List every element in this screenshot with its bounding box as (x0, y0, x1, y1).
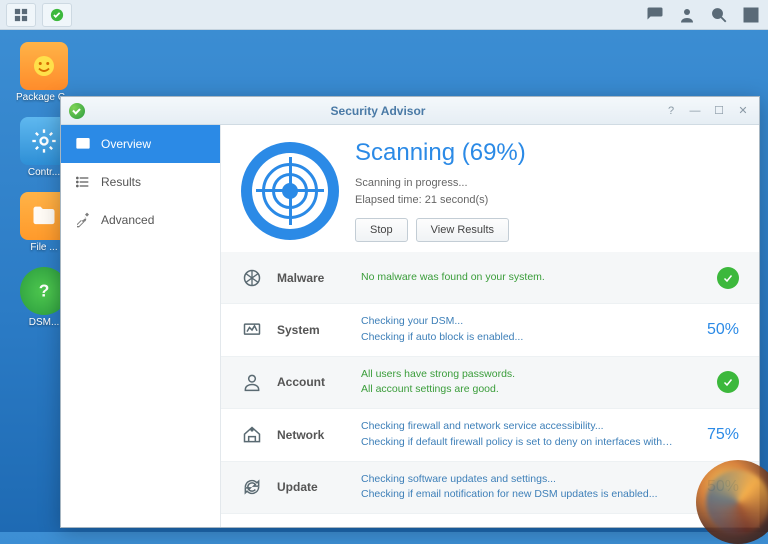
sidebar-item-label: Results (101, 175, 141, 189)
desktop-icon-package-center[interactable]: Package C... (14, 42, 74, 103)
category-row-system: System Checking your DSM...Checking if au… (221, 304, 759, 357)
overview-icon (75, 136, 91, 152)
category-row-network: Network Checking firewall and network ser… (221, 409, 759, 462)
category-name: System (277, 323, 347, 337)
apps-menu-button[interactable] (6, 3, 36, 27)
category-status (689, 267, 739, 289)
taskbar (0, 0, 768, 30)
sidebar-item-label: Overview (101, 137, 151, 151)
sidebar-item-label: Advanced (101, 213, 154, 227)
category-row-update: Update Checking software updates and sett… (221, 462, 759, 515)
category-row-account: Account All users have strong passwords.A… (221, 357, 759, 410)
sidebar-item-advanced[interactable]: Advanced (61, 201, 220, 239)
check-icon (717, 267, 739, 289)
sidebar: Overview Results Advanced (61, 125, 221, 527)
tools-icon (75, 212, 91, 228)
category-name: Malware (277, 271, 347, 285)
view-results-button[interactable]: View Results (416, 218, 509, 242)
category-name: Update (277, 480, 347, 494)
titlebar[interactable]: Security Advisor ? — ☐ ✕ (61, 97, 759, 125)
main-panel: Scanning (69%) Scanning in progress... E… (221, 125, 759, 527)
svg-text:?: ? (39, 280, 50, 300)
security-advisor-taskbar-button[interactable] (42, 3, 72, 27)
sidebar-item-overview[interactable]: Overview (61, 125, 220, 163)
scan-target-icon (241, 142, 339, 240)
category-status (689, 371, 739, 393)
window-title: Security Advisor (93, 104, 663, 118)
widgets-icon[interactable] (740, 4, 762, 26)
network-icon (241, 424, 263, 446)
security-advisor-window: Security Advisor ? — ☐ ✕ Overview Result… (60, 96, 760, 528)
scan-elapsed-text: Elapsed time: 21 second(s) (355, 192, 526, 209)
category-messages: Checking your DSM...Checking if auto blo… (361, 314, 675, 346)
list-icon (75, 174, 91, 190)
malware-icon (241, 267, 263, 289)
category-messages: All users have strong passwords.All acco… (361, 367, 675, 399)
close-button[interactable]: ✕ (735, 103, 751, 119)
minimize-button[interactable]: — (687, 103, 703, 119)
scan-header: Scanning (69%) Scanning in progress... E… (221, 125, 759, 252)
grid-icon (14, 8, 28, 22)
category-row-malware: Malware No malware was found on your syst… (221, 252, 759, 304)
update-icon (241, 476, 263, 498)
shield-check-icon (50, 8, 64, 22)
category-name: Network (277, 428, 347, 442)
search-icon[interactable] (708, 4, 730, 26)
category-status: 50% (689, 321, 739, 339)
sidebar-item-results[interactable]: Results (61, 163, 220, 201)
system-icon (241, 319, 263, 341)
category-name: Account (277, 375, 347, 389)
category-messages: No malware was found on your system. (361, 270, 675, 286)
category-list: Malware No malware was found on your syst… (221, 252, 759, 527)
stop-button[interactable]: Stop (355, 218, 408, 242)
scan-heading: Scanning (69%) (355, 139, 526, 167)
category-status: 50% (689, 478, 739, 496)
notifications-icon[interactable] (644, 4, 666, 26)
account-icon (241, 371, 263, 393)
maximize-button[interactable]: ☐ (711, 103, 727, 119)
user-icon[interactable] (676, 4, 698, 26)
check-icon (717, 371, 739, 393)
app-icon (69, 103, 85, 119)
category-messages: Checking firewall and network service ac… (361, 419, 675, 451)
help-button[interactable]: ? (663, 103, 679, 119)
category-messages: Checking software updates and settings..… (361, 472, 675, 504)
category-status: 75% (689, 426, 739, 444)
scan-progress-text: Scanning in progress... (355, 175, 526, 192)
